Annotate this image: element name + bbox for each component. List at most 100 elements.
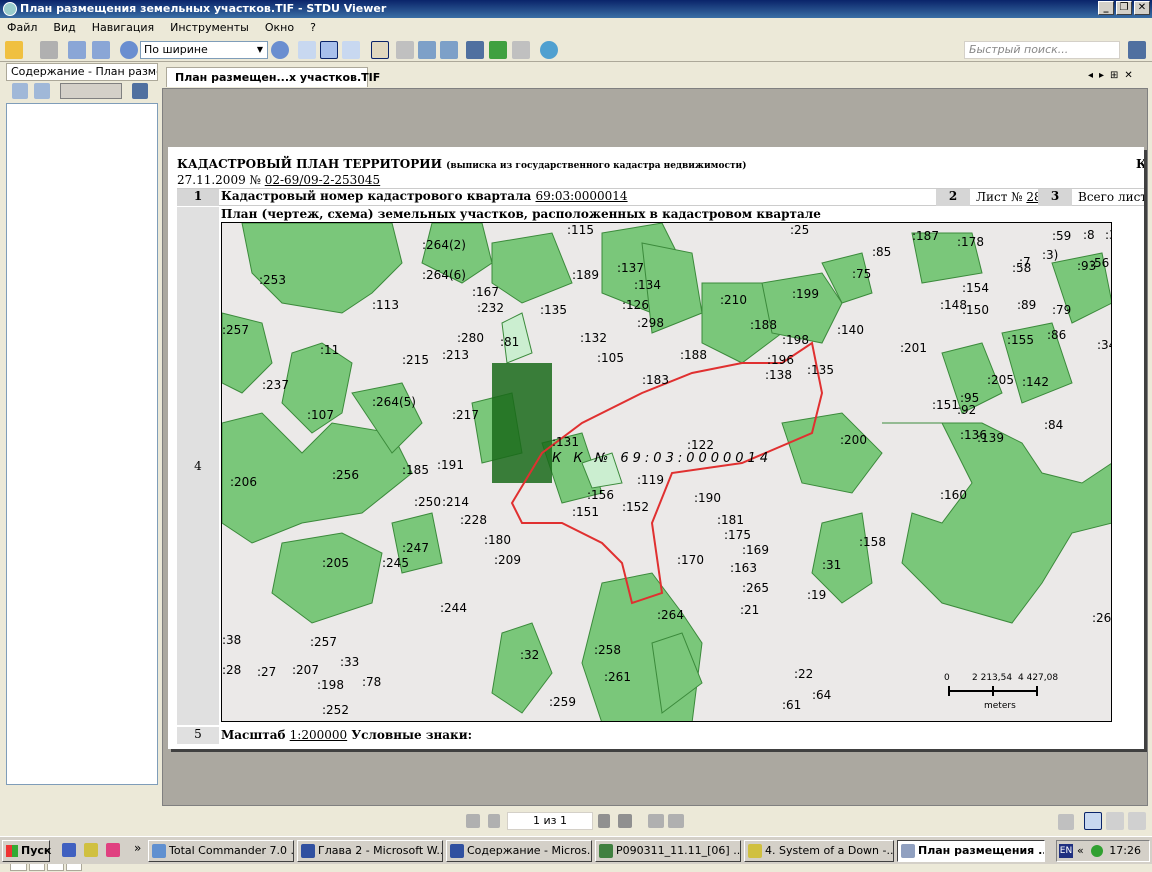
parcel-label: :214 [442, 495, 469, 509]
close-button[interactable]: ✕ [1134, 1, 1150, 15]
quicklaunch-more-icon[interactable]: » [134, 841, 141, 855]
taskbar-item-total-commander[interactable]: Total Commander 7.0 ... [148, 840, 294, 862]
first-page-icon[interactable] [466, 814, 480, 828]
forward-icon[interactable] [668, 814, 684, 828]
quarter-label-on-map: К К № 69:03:0000014 [552, 451, 773, 466]
text-select-icon[interactable] [396, 41, 414, 59]
tab-nav-icons[interactable]: ◂▸⊞✕ [1088, 70, 1139, 81]
parcel-label: :156 [587, 488, 614, 502]
quicklaunch-tool-icon[interactable] [84, 843, 98, 857]
menu-help[interactable]: ? [310, 19, 316, 37]
search-icon[interactable] [1128, 41, 1146, 59]
find-icon[interactable] [466, 41, 484, 59]
last-page-icon[interactable] [618, 814, 632, 828]
zoom-in-icon[interactable] [271, 41, 289, 59]
cadastral-map[interactable]: К К № 69:03:0000014 0 2 213,54 4 427,08 … [221, 222, 1112, 722]
fit-height-icon[interactable] [342, 41, 360, 59]
page-icon[interactable] [68, 41, 86, 59]
document-tab[interactable]: План размещен...х участков.TIF [166, 67, 380, 87]
scale-tick-2: 4 427,08 [1018, 673, 1059, 683]
parcel-label: :113 [372, 298, 399, 312]
back-icon[interactable] [648, 814, 664, 828]
taskbar-item-word-chapter[interactable]: Глава 2 - Microsoft W... [297, 840, 443, 862]
quicklaunch-app-icon[interactable] [106, 843, 120, 857]
taskbar-item-image[interactable]: P090311_11.11_[06] ... [595, 840, 741, 862]
parcel-label: :199 [792, 287, 819, 301]
document-viewport[interactable]: КАДАСТРОВЫЙ ПЛАН ТЕРРИТОРИИ (выписка из … [162, 88, 1148, 806]
settings-gear-icon[interactable] [1058, 814, 1074, 830]
parcel-label: :201 [900, 341, 927, 355]
fit-page-icon[interactable] [298, 41, 316, 59]
binoculars-icon[interactable] [132, 83, 148, 99]
start-button[interactable]: Пуск [2, 840, 51, 862]
tray-expand-icon[interactable]: « [1077, 841, 1084, 861]
document-date: 27.11.2009 № 02-69/09-2-253045 [177, 173, 381, 187]
sheet-num: 2 [936, 189, 970, 206]
menu-window[interactable]: Окно [265, 19, 294, 37]
parcel-label: :188 [750, 318, 777, 332]
parcel-label: :206 [230, 475, 257, 489]
menu-file[interactable]: Файл [7, 19, 37, 37]
parcel-label: :79 [1052, 303, 1072, 317]
parcel-label: :135 [540, 303, 567, 317]
parcel-label: :209 [494, 553, 521, 567]
contents-tool-icon[interactable] [12, 83, 28, 99]
menu-view[interactable]: Вид [53, 19, 75, 37]
prev-page-icon[interactable] [488, 814, 500, 828]
parcel-label: :137 [617, 261, 644, 275]
zoom-out-icon[interactable] [120, 41, 138, 59]
minimize-button[interactable]: _ [1098, 1, 1114, 15]
total-label: Всего листо [1078, 190, 1144, 204]
scale-unit: meters [984, 701, 1016, 711]
swap-icon[interactable] [489, 41, 507, 59]
page-number-input[interactable]: 1 из 1 [507, 812, 593, 830]
restore-button[interactable]: ❐ [1116, 1, 1132, 15]
parcel-label: :75 [852, 267, 872, 281]
taskbar-item-word-contents[interactable]: Содержание - Micros... [446, 840, 592, 862]
parcel-label: :3) [1042, 248, 1059, 262]
quicklaunch-save-icon[interactable] [62, 843, 76, 857]
web-icon[interactable] [540, 41, 558, 59]
parcel-label: :169 [742, 543, 769, 557]
next-page-icon[interactable] [598, 814, 610, 828]
scale-value: 1:200000 [289, 728, 348, 742]
total-num: 3 [1038, 189, 1072, 206]
player-icon [748, 844, 762, 858]
parcel-label: :181 [717, 513, 744, 527]
contents-tree[interactable] [6, 103, 158, 785]
contents-tool-icon-2[interactable] [34, 83, 50, 99]
parcel-label: :56 [1090, 256, 1110, 270]
image-select-icon[interactable] [418, 41, 436, 59]
print-icon[interactable] [40, 41, 58, 59]
parcel-label: :250 [414, 495, 441, 509]
fit-width-icon[interactable] [320, 41, 338, 59]
pages-icon[interactable] [92, 41, 110, 59]
copy-icon[interactable] [512, 41, 530, 59]
menu-tools[interactable]: Инструменты [170, 19, 249, 37]
taskbar-item-stdu-viewer[interactable]: План размещения ... [897, 840, 1045, 862]
parcel-label: :188 [680, 348, 707, 362]
two-page-view-icon[interactable] [1106, 812, 1124, 830]
tray-app-icon[interactable] [1091, 845, 1103, 857]
row-4-num: 4 [177, 207, 219, 725]
parcel-label: :11 [320, 343, 340, 357]
contents-field[interactable] [60, 83, 122, 99]
open-folder-icon[interactable] [5, 41, 23, 59]
taskbar-item-player[interactable]: 4. System of a Down -... [744, 840, 894, 862]
quick-search-input[interactable]: Быстрый поиск... [964, 41, 1120, 59]
parcel-label: :237 [262, 378, 289, 392]
parcel-label: :151 [932, 398, 959, 412]
parcel-label: :198 [317, 678, 344, 692]
parcel-label: :207 [292, 663, 319, 677]
hand-tool-icon[interactable] [371, 41, 389, 59]
stdu-viewer-icon [901, 844, 915, 858]
zoom-region-icon[interactable] [440, 41, 458, 59]
menu-navigation[interactable]: Навигация [92, 19, 154, 37]
menu-bar: Файл Вид Навигация Инструменты Окно ? [0, 19, 1152, 37]
single-page-view-icon[interactable] [1084, 812, 1102, 830]
language-indicator[interactable]: EN [1059, 844, 1073, 858]
parcel-label: :61 [782, 698, 802, 712]
grid-view-icon[interactable] [1128, 812, 1146, 830]
parcel-label: :154 [962, 281, 989, 295]
zoom-mode-select[interactable]: По ширине ▼ [140, 41, 268, 59]
